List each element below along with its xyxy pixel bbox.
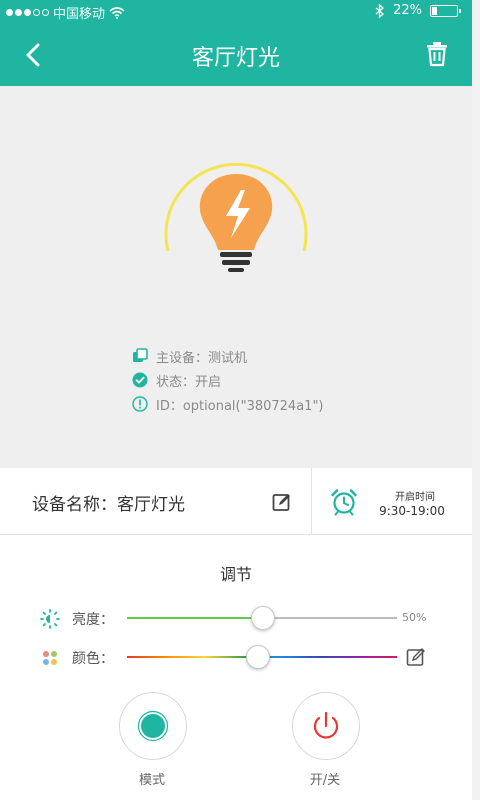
carrier-name: 中国移动 [53, 7, 106, 22]
brightness-label: 亮度： [72, 612, 114, 628]
app: 中国移动 22% 客厅灯光 主设备：测试机 状态：开启 ID：optional(… [0, 0, 472, 800]
light-bulb-illustration [158, 146, 314, 286]
mode-label: 模式 [138, 773, 165, 788]
brightness-icon [40, 609, 60, 629]
mode-icon [137, 710, 169, 742]
battery-percent: 22% [393, 3, 422, 18]
adjust-title: 调节 [219, 565, 252, 584]
power-icon [313, 711, 339, 739]
status-row: 状态：开启 [132, 368, 324, 392]
check-circle-icon [132, 372, 148, 388]
battery-level [432, 6, 438, 15]
edit-color-button[interactable] [406, 647, 426, 667]
brightness-thumb[interactable] [251, 606, 275, 630]
edit-icon [272, 494, 290, 511]
main-device-text: 主设备：测试机 [156, 350, 248, 366]
brightness-fill [127, 617, 262, 619]
main-device-row: 主设备：测试机 [132, 344, 324, 368]
brightness-row: 亮度： 50% [40, 606, 440, 630]
color-row: 颜色： [40, 645, 440, 669]
header: 客厅灯光 [0, 24, 472, 86]
color-label: 颜色： [72, 651, 114, 667]
device-copy-icon [133, 348, 148, 362]
mode-button[interactable] [119, 692, 187, 760]
status-bar: 中国移动 22% [0, 0, 472, 24]
brightness-percent: 50% [402, 611, 427, 624]
info-icon [132, 396, 148, 412]
device-name-row: 设备名称：客厅灯光 开启时间 9:30-19:00 [0, 468, 472, 535]
page-title: 客厅灯光 [191, 46, 280, 71]
wifi-icon [109, 6, 125, 19]
color-slider[interactable] [127, 645, 397, 669]
device-id-text: ID：optional("380724a1") [156, 398, 324, 414]
color-thumb[interactable] [245, 645, 270, 669]
battery-icon [430, 4, 461, 17]
timer-button[interactable] [330, 488, 358, 516]
light-status-panel: 主设备：测试机 状态：开启 ID：optional("380724a1") [0, 86, 472, 468]
bulb-icon [199, 174, 273, 272]
device-name-value: 客厅灯光 [117, 495, 185, 515]
scroll-edge [472, 0, 480, 800]
divider [311, 468, 312, 534]
edit-name-button[interactable] [272, 492, 292, 512]
device-name-label: 设备名称： [32, 495, 117, 515]
device-name: 设备名称：客厅灯光 [32, 490, 185, 515]
device-info: 主设备：测试机 状态：开启 ID：optional("380724a1") [132, 344, 324, 416]
bluetooth-icon [375, 3, 385, 18]
edit-icon [406, 648, 425, 666]
status-text: 状态：开启 [156, 374, 222, 390]
power-button[interactable] [292, 692, 360, 760]
delete-button[interactable] [424, 40, 450, 68]
brightness-slider[interactable] [127, 606, 397, 630]
adjust-panel: 调节 亮度： 50% 颜色： 模式 开/关 [0, 535, 472, 800]
alarm-clock-icon [331, 489, 357, 516]
signal-icon [6, 9, 49, 16]
power-label: 开/关 [309, 773, 341, 788]
id-row: ID：optional("380724a1") [132, 392, 324, 416]
timer-value: 9:30-19:00 [379, 504, 445, 518]
timer-label: 开启时间 [395, 492, 435, 503]
trash-icon [427, 42, 447, 67]
palette-icon [43, 651, 57, 665]
